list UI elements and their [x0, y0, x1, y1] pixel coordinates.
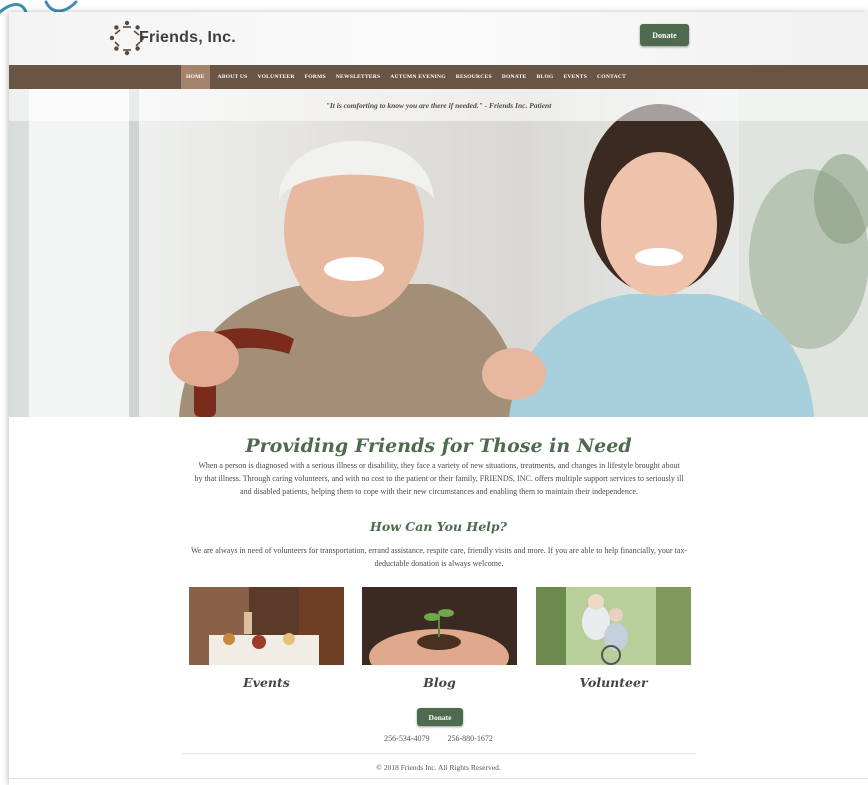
logo-text: Friends, Inc. — [139, 29, 236, 46]
page-bottom-divider — [9, 778, 868, 779]
help-heading: How Can You Help? — [370, 519, 507, 534]
donate-button-footer[interactable]: Donate — [417, 708, 463, 726]
nav-item-forms[interactable]: FORMS — [300, 65, 331, 89]
hero-photo-elderly-man-and-caregiver — [29, 89, 868, 417]
nav-item-home[interactable]: HOME — [181, 65, 210, 89]
main-navigation: HOME ABOUT US VOLUNTEER FORMS NEWSLETTER… — [9, 65, 868, 89]
nav-item-about-us[interactable]: ABOUT US — [213, 65, 253, 89]
nav-item-events[interactable]: EVENTS — [558, 65, 592, 89]
nav-item-donate[interactable]: DONATE — [497, 65, 532, 89]
card-blog[interactable]: Blog — [362, 587, 517, 690]
nav-item-newsletters[interactable]: NEWSLETTERS — [331, 65, 385, 89]
card-events[interactable]: Events — [189, 587, 344, 690]
card-events-label[interactable]: Events — [189, 675, 344, 690]
page-heading: Providing Friends for Those in Need — [245, 435, 632, 457]
nav-item-blog[interactable]: BLOG — [531, 65, 558, 89]
nav-item-resources[interactable]: RESOURCES — [451, 65, 497, 89]
phone-number-2[interactable]: 256-880-1672 — [448, 734, 493, 743]
feature-cards: Events Blog Volunteer — [189, 587, 699, 697]
nav-item-autumn-evening[interactable]: AUTUMN EVENING — [385, 65, 450, 89]
website-frame: Friends, Inc. Donate HOME ABOUT US VOLUN… — [9, 12, 868, 785]
phone-numbers: 256-534-4079 256-880-1672 — [9, 734, 868, 743]
copyright-text: © 2018 Friends Inc. All Rights Reserved. — [376, 763, 501, 772]
card-volunteer[interactable]: Volunteer — [536, 587, 691, 690]
events-image[interactable] — [189, 587, 344, 665]
hero-banner: "It is comforting to know you are there … — [9, 89, 868, 417]
intro-paragraph: When a person is diagnosed with a seriou… — [194, 461, 684, 496]
blog-image[interactable] — [362, 587, 517, 665]
footer-divider — [181, 753, 696, 754]
donate-button-header[interactable]: Donate — [640, 24, 689, 46]
site-header: Friends, Inc. Donate — [9, 12, 868, 65]
volunteer-image[interactable] — [536, 587, 691, 665]
phone-number-1[interactable]: 256-534-4079 — [384, 734, 429, 743]
card-volunteer-label[interactable]: Volunteer — [536, 675, 691, 690]
testimonial-quote: "It is comforting to know you are there … — [325, 100, 552, 110]
nav-item-volunteer[interactable]: VOLUNTEER — [252, 65, 299, 89]
site-logo[interactable]: Friends, Inc. — [107, 14, 257, 62]
card-blog-label[interactable]: Blog — [362, 675, 517, 690]
nav-item-contact[interactable]: CONTACT — [592, 65, 631, 89]
help-paragraph: We are always in need of volunteers for … — [191, 546, 687, 568]
testimonial-quote-band: "It is comforting to know you are there … — [9, 89, 868, 121]
